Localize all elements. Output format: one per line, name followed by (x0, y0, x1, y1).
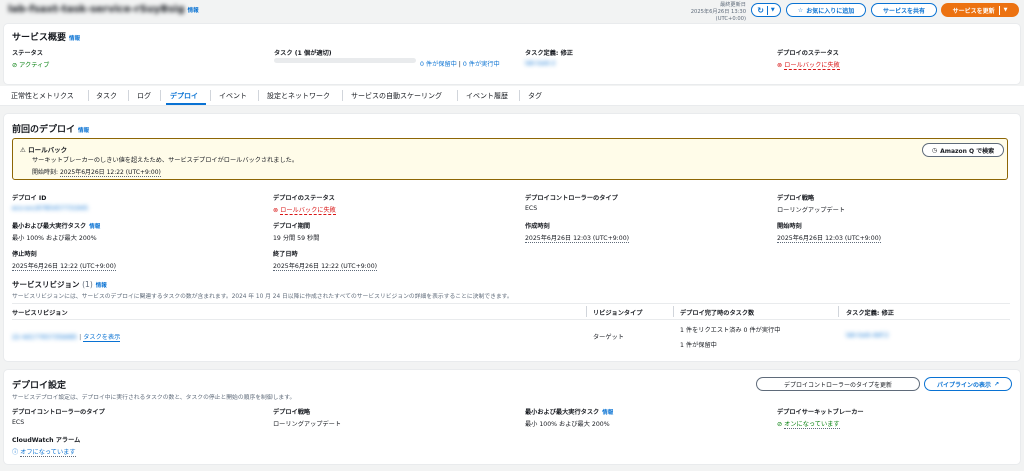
update-service-button[interactable]: サービスを更新 ▼ (941, 3, 1019, 17)
settings-controller-field: デプロイコントローラーのタイプ ECS (12, 409, 105, 426)
tab-deployments[interactable]: デプロイ (170, 91, 198, 101)
status-field: ステータス ⊘ アクティブ (12, 50, 50, 69)
view-pipeline-button[interactable]: パイプラインの表示 ↗ (924, 377, 1012, 391)
refresh-icon: ↻ (757, 5, 764, 15)
refresh-button[interactable]: ↻ ▼ (751, 3, 781, 17)
deploy-settings-title: デプロイ設定 (12, 381, 67, 391)
settings-alarm-field: CloudWatch アラーム ⓘ オフになっています (12, 437, 81, 457)
info-link[interactable]: 情報 (89, 224, 100, 230)
tab-event-history[interactable]: イベント履歴 (466, 91, 508, 101)
service-name: lab-fsaxt-task-service-rSuyBsig (8, 4, 185, 15)
amazon-q-icon: ◷ (931, 146, 938, 154)
end-field: 終了日時 2025年6月26日 12:22 (UTC+9:00) (273, 251, 378, 271)
revision-link[interactable]: 22-4d17765735b685 (12, 334, 77, 341)
minmax-field: 最小および最大実行タスク 情報 最小 100% および最大 200% (12, 223, 101, 242)
share-service-button[interactable]: サービスを共有 (871, 3, 937, 17)
overview-title: サービス概要 (12, 33, 67, 43)
col-header-taskdef: タスク定義: 修正 (846, 310, 894, 317)
tasks-requested: 1 件をリクエスト済み 0 件が実行中 (680, 327, 781, 334)
tasks-pending: 1 件が保留中 (680, 342, 717, 349)
col-header-task-count: デプロイ完了時のタスク数 (680, 310, 755, 317)
tab-autoscaling[interactable]: サービスの自動スケーリング (351, 91, 442, 101)
deployment-settings-card: デプロイ設定 サービスデプロイ設定は、デプロイ中に実行されるタスクの数と、タスク… (4, 370, 1020, 464)
tab-events[interactable]: イベント (219, 91, 247, 101)
settings-minmax-field: 最小および最大実行タスク 情報 最小 100% および最大 200% (525, 409, 614, 428)
stop-field: 停止時刻 2025年6月26日 12:22 (UTC+9:00) (12, 251, 117, 271)
tasks-pending-link[interactable]: 0 件が保留中 (420, 61, 457, 68)
info-link[interactable]: 情報 (96, 283, 107, 289)
external-link-icon: ↗ (993, 380, 1000, 388)
deploy-id-field: デプロイ ID ecs-svc/6785457731945 (12, 195, 89, 212)
rollback-alert: ⚠ ロールバック サーキットブレーカーのしきい値を超えたため、サービスデプロイが… (12, 138, 1008, 180)
view-tasks-link[interactable]: タスクを表示 (83, 334, 121, 342)
settings-breaker-field: デプロイサーキットブレーカー ⊘ オンになっています (777, 409, 864, 429)
info-link[interactable]: 情報 (69, 36, 80, 42)
tab-bar: 正常性とメトリクス タスク ログ デプロイ イベント 設定とネットワーク サービ… (0, 86, 1024, 106)
error-icon: ⊗ (273, 207, 279, 214)
info-circle-icon: ⓘ (12, 449, 19, 456)
alert-title: ロールバック (28, 146, 68, 154)
deploy-status-value[interactable]: ロールバックに失敗 (784, 62, 840, 70)
alert-message: サーキットブレーカーのしきい値を超えたため、サービスデプロイがロールバックされま… (32, 157, 299, 164)
taskdef-link[interactable]: lab-task:2 (525, 60, 573, 67)
page-title: lab-fsaxt-task-service-rSuyBsig 情報 (8, 4, 199, 15)
last-fetched: 最終更新日 2025年6月26日 13:30 (UTC+0:00) (690, 2, 746, 22)
tab-config-network[interactable]: 設定とネットワーク (267, 91, 330, 101)
deploy-settings-description: サービスデプロイ設定は、デプロイ中に実行されるタスクの数と、タスクの停止と開始の… (12, 395, 296, 401)
col-header-type: リビジョンタイプ (593, 310, 643, 317)
tab-tasks[interactable]: タスク (96, 91, 117, 101)
duration-field: デプロイ期間 19 分間 59 秒間 (273, 223, 320, 242)
tasks-field: タスク (1 個が適切) 0 件が保留中 | 0 件が実行中 (274, 50, 500, 68)
settings-strategy-field: デプロイ戦略 ローリングアップデート (273, 409, 342, 428)
revision-type: ターゲット (593, 334, 624, 341)
add-favorite-button[interactable]: ☆ お気に入りに追加 (786, 3, 866, 17)
revisions-description: サービスリビジョンには、サービスのデプロイに関連するタスクの数が含まれます。20… (12, 294, 513, 300)
start-field: 開始時刻 2025年6月26日 12:03 (UTC+9:00) (777, 223, 882, 243)
deploy-id-value: ecs-svc/6785457731945 (12, 205, 89, 212)
warning-icon: ⚠ (20, 146, 26, 154)
controller-type-field: デプロイコントローラーのタイプ ECS (525, 195, 618, 212)
tab-logs[interactable]: ログ (137, 91, 151, 101)
chevron-down-icon: ▼ (770, 7, 775, 13)
strategy-field: デプロイ戦略 ローリングアップデート (777, 195, 846, 214)
prev-deploy-title: 前回のデプロイ (12, 125, 76, 135)
tab-health[interactable]: 正常性とメトリクス (11, 91, 74, 101)
deploy-status-field: デプロイのステータス ⊗ ロールバックに失敗 (777, 50, 840, 70)
tasks-progress-bar (274, 58, 416, 63)
check-circle-icon: ⊘ (777, 421, 783, 428)
deploy-status-field-2: デプロイのステータス ⊗ ロールバックに失敗 (273, 195, 336, 215)
info-link[interactable]: 情報 (188, 8, 199, 14)
info-link[interactable]: 情報 (78, 128, 89, 134)
check-circle-icon: ⊘ (12, 62, 18, 69)
status-value: ⊘ アクティブ (12, 62, 50, 69)
amazon-q-search-button[interactable]: ◷ Amazon Q で検索 (922, 143, 1004, 157)
star-icon: ☆ (797, 6, 804, 14)
error-icon: ⊗ (777, 62, 783, 69)
service-overview-card: サービス概要 情報 ステータス ⊘ アクティブ タスク (1 個が適切) 0 件が… (4, 24, 1020, 84)
alert-time: 2025年6月26日 12:22 (UTC+9:00) (59, 169, 161, 177)
created-field: 作成時刻 2025年6月26日 12:03 (UTC+9:00) (525, 223, 630, 243)
info-link[interactable]: 情報 (602, 410, 613, 416)
col-header-revision: サービスリビジョン (12, 310, 68, 317)
update-controller-type-button[interactable]: デプロイコントローラーのタイプを更新 (756, 377, 920, 391)
row-taskdef-link[interactable]: lab-task-def:2 (846, 332, 889, 339)
tasks-running-link[interactable]: 0 件が実行中 (463, 61, 500, 68)
chevron-down-icon: ▼ (1003, 7, 1008, 13)
taskdef-field: タスク定義: 修正 lab-task:2 (525, 50, 573, 67)
tab-tags[interactable]: タグ (528, 91, 542, 101)
revisions-title: サービスリビジョン (1) 情報 (12, 280, 107, 289)
page-header: lab-fsaxt-task-service-rSuyBsig 情報 最終更新日 … (0, 0, 1024, 22)
